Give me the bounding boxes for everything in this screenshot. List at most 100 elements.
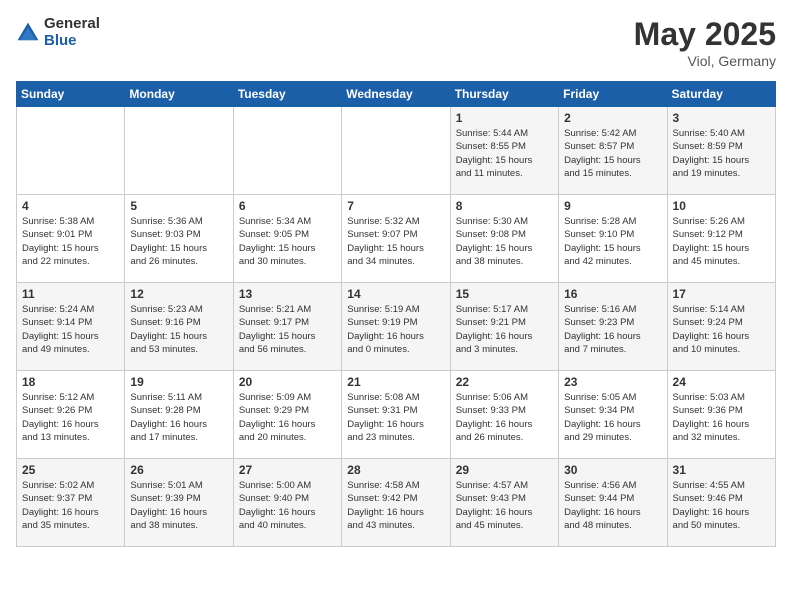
day-number: 29 [456,463,553,477]
cell-content: Sunrise: 5:21 AM Sunset: 9:17 PM Dayligh… [239,303,336,356]
cell-content: Sunrise: 5:32 AM Sunset: 9:07 PM Dayligh… [347,215,444,268]
day-number: 18 [22,375,119,389]
cell-content: Sunrise: 5:16 AM Sunset: 9:23 PM Dayligh… [564,303,661,356]
logo-general: General [44,16,100,33]
day-number: 9 [564,199,661,213]
cell-content: Sunrise: 5:24 AM Sunset: 9:14 PM Dayligh… [22,303,119,356]
day-number: 3 [673,111,770,125]
calendar-cell: 16 Sunrise: 5:16 AM Sunset: 9:23 PM Dayli… [559,283,667,371]
day-number: 21 [347,375,444,389]
calendar-cell: 31 Sunrise: 4:55 AM Sunset: 9:46 PM Dayli… [667,459,775,547]
weekday-friday: Friday [559,82,667,107]
calendar-cell: 7 Sunrise: 5:32 AM Sunset: 9:07 PM Daylig… [342,195,450,283]
cell-content: Sunrise: 5:08 AM Sunset: 9:31 PM Dayligh… [347,391,444,444]
calendar-week-2: 11 Sunrise: 5:24 AM Sunset: 9:14 PM Dayli… [17,283,776,371]
calendar-cell [125,107,233,195]
day-number: 12 [130,287,227,301]
calendar-cell: 8Sunrise: 5:30 AM Sunset: 9:08 PM Daylig… [450,195,558,283]
calendar-cell: 3 Sunrise: 5:40 AM Sunset: 8:59 PM Daylig… [667,107,775,195]
weekday-wednesday: Wednesday [342,82,450,107]
cell-content: Sunrise: 4:56 AM Sunset: 9:44 PM Dayligh… [564,479,661,532]
cell-content: Sunrise: 4:55 AM Sunset: 9:46 PM Dayligh… [673,479,770,532]
calendar-cell: 2Sunrise: 5:42 AM Sunset: 8:57 PM Daylig… [559,107,667,195]
calendar-week-4: 25Sunrise: 5:02 AM Sunset: 9:37 PM Dayli… [17,459,776,547]
day-number: 11 [22,287,119,301]
cell-content: Sunrise: 5:05 AM Sunset: 9:34 PM Dayligh… [564,391,661,444]
calendar-header: SundayMondayTuesdayWednesdayThursdayFrid… [17,82,776,107]
logo: General Blue [16,16,100,49]
cell-content: Sunrise: 5:38 AM Sunset: 9:01 PM Dayligh… [22,215,119,268]
day-number: 5 [130,199,227,213]
calendar-cell: 11 Sunrise: 5:24 AM Sunset: 9:14 PM Dayli… [17,283,125,371]
day-number: 16 [564,287,661,301]
calendar-cell: 21 Sunrise: 5:08 AM Sunset: 9:31 PM Dayli… [342,371,450,459]
day-number: 28 [347,463,444,477]
day-number: 15 [456,287,553,301]
cell-content: Sunrise: 5:30 AM Sunset: 9:08 PM Dayligh… [456,215,553,268]
cell-content: Sunrise: 5:34 AM Sunset: 9:05 PM Dayligh… [239,215,336,268]
calendar-cell: 14Sunrise: 5:19 AM Sunset: 9:19 PM Dayli… [342,283,450,371]
weekday-header-row: SundayMondayTuesdayWednesdayThursdayFrid… [17,82,776,107]
cell-content: Sunrise: 5:11 AM Sunset: 9:28 PM Dayligh… [130,391,227,444]
calendar-cell: 20 Sunrise: 5:09 AM Sunset: 9:29 PM Dayli… [233,371,341,459]
calendar-cell: 22 Sunrise: 5:06 AM Sunset: 9:33 PM Dayli… [450,371,558,459]
cell-content: Sunrise: 5:40 AM Sunset: 8:59 PM Dayligh… [673,127,770,180]
cell-content: Sunrise: 5:44 AM Sunset: 8:55 PM Dayligh… [456,127,553,180]
day-number: 27 [239,463,336,477]
logo-icon [16,21,40,45]
cell-content: Sunrise: 5:14 AM Sunset: 9:24 PM Dayligh… [673,303,770,356]
calendar-cell: 19 Sunrise: 5:11 AM Sunset: 9:28 PM Dayli… [125,371,233,459]
weekday-monday: Monday [125,82,233,107]
day-number: 20 [239,375,336,389]
calendar-cell: 12 Sunrise: 5:23 AM Sunset: 9:16 PM Dayli… [125,283,233,371]
logo-blue: Blue [44,33,100,50]
calendar-cell: 13Sunrise: 5:21 AM Sunset: 9:17 PM Dayli… [233,283,341,371]
day-number: 31 [673,463,770,477]
calendar-cell: 10Sunrise: 5:26 AM Sunset: 9:12 PM Dayli… [667,195,775,283]
cell-content: Sunrise: 5:12 AM Sunset: 9:26 PM Dayligh… [22,391,119,444]
day-number: 2 [564,111,661,125]
cell-content: Sunrise: 5:09 AM Sunset: 9:29 PM Dayligh… [239,391,336,444]
calendar-table: SundayMondayTuesdayWednesdayThursdayFrid… [16,81,776,547]
weekday-tuesday: Tuesday [233,82,341,107]
day-number: 30 [564,463,661,477]
calendar-cell: 29 Sunrise: 4:57 AM Sunset: 9:43 PM Dayli… [450,459,558,547]
location: Viol, Germany [634,53,776,69]
cell-content: Sunrise: 5:02 AM Sunset: 9:37 PM Dayligh… [22,479,119,532]
cell-content: Sunrise: 5:17 AM Sunset: 9:21 PM Dayligh… [456,303,553,356]
calendar-cell: 1 Sunrise: 5:44 AM Sunset: 8:55 PM Daylig… [450,107,558,195]
calendar-cell [342,107,450,195]
day-number: 6 [239,199,336,213]
cell-content: Sunrise: 4:58 AM Sunset: 9:42 PM Dayligh… [347,479,444,532]
cell-content: Sunrise: 5:23 AM Sunset: 9:16 PM Dayligh… [130,303,227,356]
day-number: 22 [456,375,553,389]
calendar-cell: 17 Sunrise: 5:14 AM Sunset: 9:24 PM Dayli… [667,283,775,371]
day-number: 4 [22,199,119,213]
cell-content: Sunrise: 5:19 AM Sunset: 9:19 PM Dayligh… [347,303,444,356]
day-number: 19 [130,375,227,389]
calendar-cell: 6 Sunrise: 5:34 AM Sunset: 9:05 PM Daylig… [233,195,341,283]
month-title: May 2025 [634,16,776,53]
day-number: 23 [564,375,661,389]
calendar-cell: 15 Sunrise: 5:17 AM Sunset: 9:21 PM Dayli… [450,283,558,371]
calendar-cell: 26Sunrise: 5:01 AM Sunset: 9:39 PM Dayli… [125,459,233,547]
day-number: 10 [673,199,770,213]
cell-content: Sunrise: 5:00 AM Sunset: 9:40 PM Dayligh… [239,479,336,532]
calendar-week-3: 18 Sunrise: 5:12 AM Sunset: 9:26 PM Dayli… [17,371,776,459]
calendar-cell: 27 Sunrise: 5:00 AM Sunset: 9:40 PM Dayli… [233,459,341,547]
cell-content: Sunrise: 5:01 AM Sunset: 9:39 PM Dayligh… [130,479,227,532]
calendar-cell [233,107,341,195]
day-number: 1 [456,111,553,125]
calendar-cell: 30 Sunrise: 4:56 AM Sunset: 9:44 PM Dayli… [559,459,667,547]
calendar-cell: 4 Sunrise: 5:38 AM Sunset: 9:01 PM Daylig… [17,195,125,283]
cell-content: Sunrise: 5:03 AM Sunset: 9:36 PM Dayligh… [673,391,770,444]
calendar-week-0: 1 Sunrise: 5:44 AM Sunset: 8:55 PM Daylig… [17,107,776,195]
day-number: 7 [347,199,444,213]
calendar-cell: 5Sunrise: 5:36 AM Sunset: 9:03 PM Daylig… [125,195,233,283]
cell-content: Sunrise: 5:06 AM Sunset: 9:33 PM Dayligh… [456,391,553,444]
weekday-thursday: Thursday [450,82,558,107]
calendar-cell: 9Sunrise: 5:28 AM Sunset: 9:10 PM Daylig… [559,195,667,283]
day-number: 17 [673,287,770,301]
logo-text: General Blue [44,16,100,49]
cell-content: Sunrise: 4:57 AM Sunset: 9:43 PM Dayligh… [456,479,553,532]
